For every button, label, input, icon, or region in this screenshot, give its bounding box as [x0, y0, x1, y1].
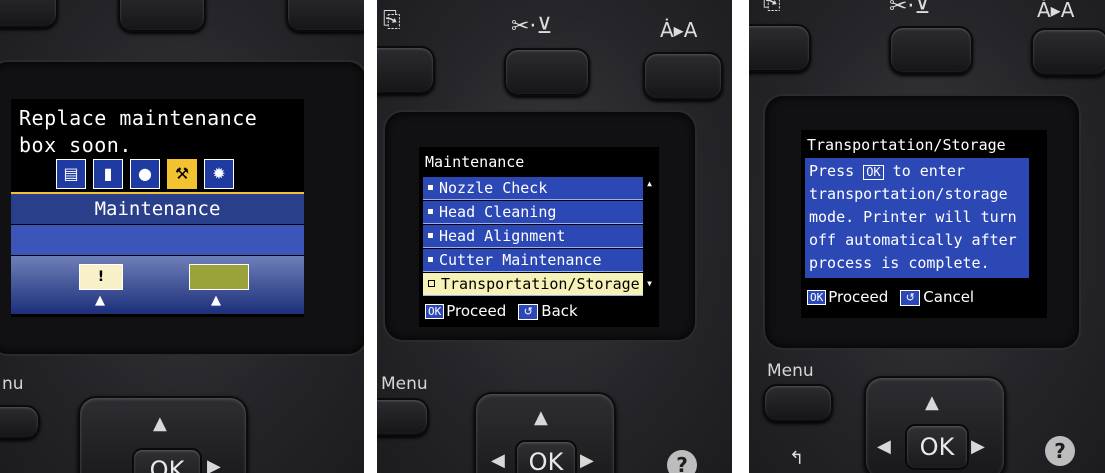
cancel-hint: Cancel [923, 288, 975, 306]
printer-panel-photo-3: ⎘ ✂·⊻ Ȧ▸A Transportation/Storage Press O… [749, 0, 1105, 473]
printer-panel-photo-1: Replace maintenance box soon. ▤ ▮ ● ⚒ ✹ … [0, 0, 364, 473]
bullet-icon [428, 233, 433, 238]
gear-icon[interactable]: ✹ [204, 159, 234, 189]
bullet-icon [428, 209, 433, 214]
center-hardware-button[interactable] [889, 26, 973, 74]
status-message: Replace maintenance box soon. [19, 105, 257, 159]
left-hardware-button[interactable] [377, 46, 435, 94]
cut-feed-icon: ✂·⊻ [889, 0, 931, 19]
button-hints: OK Proceed ↺ Cancel [807, 288, 974, 306]
menu-hardware-button[interactable] [763, 384, 833, 422]
up-arrow-icon[interactable]: ▲ [534, 407, 548, 428]
menu-label: Menu [381, 374, 428, 394]
maintenance-box-status: ! ▲ ▲ [11, 256, 304, 314]
font-size-icon: Ȧ▸A [660, 18, 698, 42]
lcd-screen: Maintenance Nozzle Check Head Cleaning H… [419, 147, 659, 327]
document-icon[interactable]: ▤ [56, 159, 86, 189]
page-title: Maintenance [11, 192, 304, 224]
menu-item-head-cleaning[interactable]: Head Cleaning [423, 201, 643, 224]
menu-hardware-button[interactable] [377, 398, 429, 436]
lcd-screen: Replace maintenance box soon. ▤ ▮ ● ⚒ ✹ … [11, 99, 304, 317]
center-hardware-button[interactable] [504, 48, 590, 96]
scroll-up-icon: ▲ [647, 179, 652, 188]
right-arrow-icon[interactable]: ▶ [207, 456, 221, 473]
blank-band [11, 225, 304, 255]
ok-button[interactable]: OK [132, 448, 202, 473]
scroll-down-icon: ▼ [647, 279, 652, 288]
screen-title: Transportation/Storage [807, 136, 1006, 154]
paper-source-icon: ⎘ [383, 8, 401, 33]
message-line-2: box soon. [19, 133, 132, 157]
message-line-1: Replace maintenance [19, 106, 258, 130]
right-hardware-button[interactable] [643, 52, 723, 100]
right-arrow-icon[interactable]: ▶ [971, 436, 985, 457]
paper-source-icon: ⎘ [763, 0, 781, 15]
paper-roll-icon[interactable]: ▮ [93, 159, 123, 189]
button-hints: OK Proceed ↺ Back [425, 302, 578, 320]
scrollbar[interactable]: ▲ ▼ [645, 177, 654, 289]
ok-key-inline-icon: OK [863, 165, 884, 180]
proceed-hint: Proceed [446, 302, 507, 320]
font-size-icon: Ȧ▸A [1037, 0, 1075, 22]
back-hint: Back [541, 302, 578, 320]
ok-key-icon: OK [807, 290, 827, 305]
left-hardware-button[interactable] [749, 24, 811, 72]
ink-drop-icon-left: ▲ [95, 293, 105, 308]
back-key-icon: ↺ [518, 303, 539, 320]
lcd-screen: Transportation/Storage Press OK to enter… [801, 130, 1047, 318]
maintenance-tools-icon[interactable]: ⚒ [167, 159, 197, 189]
category-tabs: ▤ ▮ ● ⚒ ✹ [56, 159, 234, 189]
up-arrow-icon[interactable]: ▲ [153, 413, 167, 434]
left-arrow-icon[interactable]: ◀ [491, 450, 505, 471]
back-key-icon: ↺ [900, 289, 921, 306]
ink-drop-icon[interactable]: ● [130, 159, 160, 189]
cut-feed-icon: ✂·⊻ [511, 14, 553, 39]
top-center-hardware-button[interactable] [118, 0, 206, 32]
printer-panel-photo-2: ⎘ ✂·⊻ Ȧ▸A Maintenance Nozzle Check Head … [377, 0, 732, 473]
menu-item-nozzle-check[interactable]: Nozzle Check [423, 177, 643, 200]
ok-button[interactable]: OK [515, 440, 577, 473]
bullet-icon [428, 185, 433, 190]
warning-box-indicator: ! [79, 264, 123, 290]
up-arrow-icon[interactable]: ▲ [925, 392, 939, 413]
right-arrow-icon[interactable]: ▶ [580, 450, 594, 471]
menu-item-transportation-storage[interactable]: Transportation/Storage [423, 273, 643, 296]
help-icon[interactable]: ? [667, 450, 697, 473]
instruction-text: Press OK to enter transportation/storage… [805, 158, 1029, 278]
menu-label-partial: nu [2, 374, 24, 394]
proceed-hint: Proceed [828, 288, 889, 306]
bullet-icon [428, 280, 435, 287]
bullet-icon [428, 257, 433, 262]
menu-item-cutter-maintenance[interactable]: Cutter Maintenance [423, 249, 643, 272]
ok-key-icon: OK [425, 304, 445, 319]
help-icon[interactable]: ? [1045, 436, 1075, 466]
right-hardware-button[interactable] [1031, 28, 1105, 76]
ok-button[interactable]: OK [905, 424, 969, 470]
menu-label: Menu [767, 361, 814, 381]
back-arrow-icon[interactable]: ↰ [789, 448, 804, 469]
menu-hardware-button[interactable] [0, 405, 40, 439]
menu-header: Maintenance [425, 153, 525, 171]
top-left-hardware-button[interactable] [0, 0, 58, 28]
top-right-hardware-button[interactable] [286, 0, 364, 32]
ok-box-indicator [189, 264, 249, 290]
left-arrow-icon[interactable]: ◀ [877, 436, 891, 457]
menu-item-head-alignment[interactable]: Head Alignment [423, 225, 643, 248]
ink-drop-icon-right: ▲ [211, 293, 221, 308]
